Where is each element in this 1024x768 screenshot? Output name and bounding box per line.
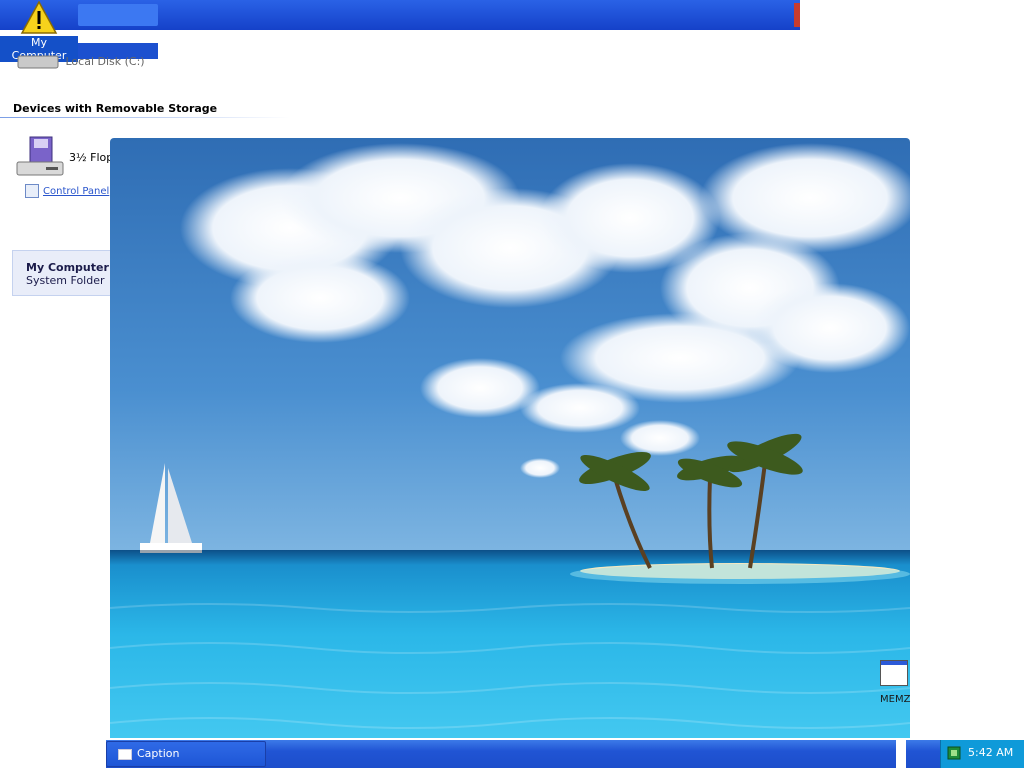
system-tray: 5:42 AM: [940, 740, 1024, 768]
warning-icon: [20, 0, 58, 34]
taskbar: Caption 5:42 AM: [106, 740, 1024, 768]
network-icon[interactable]: [947, 746, 961, 760]
taskbar-button-label: Caption: [137, 747, 180, 760]
details-title: My Computer: [26, 261, 109, 274]
hard-disk-icon: [17, 55, 59, 69]
window-icon: [118, 749, 132, 760]
floppy-drive-item[interactable]: 3½ Floppy: [16, 136, 127, 178]
memz-label: MEMZ: [880, 694, 911, 705]
group-divider: [0, 117, 290, 118]
details-subtitle: System Folder: [26, 274, 105, 287]
clock[interactable]: 5:42 AM: [968, 746, 1013, 759]
floppy-drive-icon: [16, 136, 64, 176]
control-panel-link[interactable]: Control Panel: [25, 184, 109, 198]
control-panel-icon: [25, 184, 39, 198]
details-panel: My Computer System Folder: [12, 250, 112, 296]
control-panel-label: Control Panel: [43, 186, 110, 197]
local-disk-item[interactable]: Local Disk (C:): [14, 52, 145, 72]
close-button[interactable]: [794, 3, 800, 27]
taskbar-separator: [896, 740, 906, 768]
window-icon: [880, 660, 908, 686]
group-header-removable: Devices with Removable Storage: [13, 102, 218, 115]
window-titlebar[interactable]: [0, 0, 800, 30]
memz-desktop-icon[interactable]: MEMZ: [880, 660, 910, 710]
desktop-icon-my-computer[interactable]: My Computer: [0, 0, 78, 62]
taskbar-button-caption[interactable]: Caption: [106, 741, 266, 767]
titlebar-accent: [78, 4, 158, 26]
tropical-island-image: [110, 138, 910, 738]
local-disk-label: Local Disk (C:): [65, 55, 145, 68]
